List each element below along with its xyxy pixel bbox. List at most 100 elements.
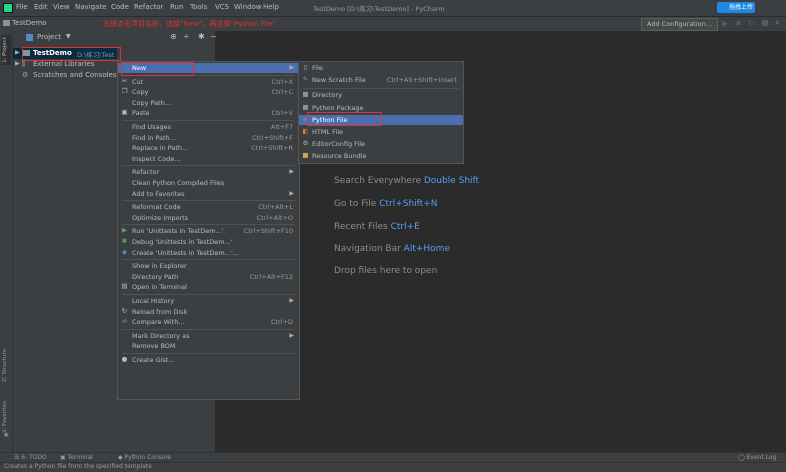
submenu-item-directory[interactable]: ■ Directory [299, 90, 463, 100]
library-icon: ⫼ [22, 60, 26, 68]
submenu-item-html-file[interactable]: ◧ HTML File [299, 127, 463, 137]
run-icon: ▶ [122, 226, 127, 235]
menu-window[interactable]: Window [234, 3, 262, 11]
menu-item-inspect-code[interactable]: Inspect Code... [118, 154, 299, 164]
menu-help[interactable]: Help [263, 3, 279, 11]
menu-item-reformat-code[interactable]: Reformat Code Ctrl+Alt+L [118, 202, 299, 212]
github-icon: ● [121, 355, 128, 363]
menu-item-refactor[interactable]: Refactor ▶ [118, 167, 299, 177]
menu-item-label: Directory Path [132, 272, 179, 281]
resource-bundle-icon: ■ [302, 151, 309, 160]
menu-item-compare-with[interactable]: ⇄ Compare With... Ctrl+D [118, 317, 299, 327]
menu-item-remove-bom[interactable]: Remove BOM [118, 341, 299, 351]
menu-item-label: Copy Path... [132, 98, 172, 107]
menu-item-replace-in-path[interactable]: Replace in Path... Ctrl+Shift+R [118, 143, 299, 153]
menu-item-local-history[interactable]: Local History ▶ [118, 296, 299, 306]
expand-arrow-icon[interactable]: ▶ [15, 60, 20, 67]
menu-item-label: Mark Directory as [132, 331, 190, 340]
submenu-item-editorconfig-file[interactable]: ⚙ EditorConfig File [299, 139, 463, 149]
submenu-item-label: EditorConfig File [312, 140, 366, 149]
stop-icon[interactable] [762, 20, 768, 26]
menu-item-clean-python-compiled-files[interactable]: Clean Python Compiled Files [118, 178, 299, 188]
run-config-label: Add Configuration... [647, 20, 712, 28]
menu-item-mark-directory-as[interactable]: Mark Directory as ▶ [118, 331, 299, 341]
todo-tab[interactable]: ☰ 6: TODO [14, 454, 47, 461]
chevron-right-icon: ▶ [289, 331, 294, 339]
menu-separator [122, 200, 295, 202]
menu-separator [122, 165, 295, 167]
menu-item-find-usages[interactable]: Find Usages Alt+F7 [118, 122, 299, 132]
menu-item-copy-path[interactable]: Copy Path... [118, 98, 299, 108]
menu-item-shortcut: Ctrl+Alt+O [256, 213, 293, 222]
expand-arrow-icon[interactable]: ▶ [15, 49, 20, 56]
search-icon[interactable]: ⌕ [775, 18, 779, 28]
terminal-tab[interactable]: ▣ Terminal [60, 454, 93, 461]
menu-item-optimize-imports[interactable]: Optimize Imports Ctrl+Alt+O [118, 213, 299, 223]
menu-separator [122, 294, 295, 295]
menu-item-shortcut: Ctrl+Shift+R [251, 144, 293, 153]
menu-item-add-to-favorites[interactable]: Add to Favorites ▶ [118, 189, 299, 199]
menu-separator [122, 224, 295, 226]
menu-item-shortcut: Ctrl+Shift+F10 [243, 227, 293, 236]
submenu-item-resource-bundle[interactable]: ■ Resource Bundle [299, 151, 463, 161]
menu-item-directory-path[interactable]: Directory Path Ctrl+Alt+F12 [118, 272, 299, 282]
python-console-tab[interactable]: ◆ Python Console [118, 454, 171, 461]
coverage-icon[interactable]: ↻ [748, 19, 755, 28]
menu-item-paste[interactable]: ▣ Paste Ctrl+V [118, 108, 299, 118]
menu-item-debug-unittests-in-testdem[interactable]: ✱ Debug 'Unittests in TestDem...' [118, 237, 299, 247]
terminal-icon: ▤ [121, 282, 128, 291]
breadcrumb[interactable]: TestDemo [12, 19, 47, 27]
menu-run[interactable]: Run [170, 3, 183, 11]
menu-file[interactable]: File [16, 3, 28, 11]
upload-button[interactable]: 拖拽上传 [717, 2, 755, 13]
menu-item-shortcut: Ctrl+Alt+L [258, 203, 293, 212]
pycharm-logo-icon [3, 3, 13, 13]
compare-icon: ⇄ [121, 317, 128, 326]
submenu-item-label: File [312, 64, 323, 72]
menu-refactor[interactable]: Refactor [134, 3, 163, 11]
menu-item-label: Show in Explorer [132, 262, 187, 271]
menu-tools[interactable]: Tools [190, 3, 207, 11]
scratches-icon: ⚙ [22, 71, 29, 79]
menu-item-open-in-terminal[interactable]: ▤ Open in Terminal [118, 282, 299, 292]
menu-item-label: Refactor [132, 168, 160, 177]
menu-item-copy[interactable]: ❐ Copy Ctrl+C [118, 87, 299, 97]
project-view-dropdown[interactable]: Project [37, 33, 61, 41]
menu-item-create-unittests-in-testdem[interactable]: ◆ Create 'Unittests in TestDem...'... [118, 248, 299, 258]
python-icon: ◆ [122, 247, 127, 256]
menu-view[interactable]: View [53, 3, 70, 11]
debug-icon[interactable]: ✱ [735, 19, 742, 28]
collapse-icon[interactable]: ÷ [183, 32, 190, 41]
chevron-down-icon[interactable]: ▼ [66, 33, 71, 40]
tree-row-scratches[interactable]: ⚙ Scratches and Consoles [13, 70, 117, 81]
menu-navigate[interactable]: Navigate [75, 3, 106, 11]
menu-item-show-in-explorer[interactable]: Show in Explorer [118, 261, 299, 271]
menu-separator [122, 353, 295, 354]
menu-item-label: Paste [132, 109, 150, 118]
event-log-tab[interactable]: ◯ Event Log [738, 454, 776, 461]
favorites-tool-tab[interactable]: 2: Favorites [2, 401, 8, 433]
menu-item-create-gist[interactable]: ● Create Gist... [118, 355, 299, 365]
menu-item-label: Add to Favorites [132, 189, 185, 198]
navigation-bar: TestDemo 右键点击项目名称，选择“New”，再选择“Python Fil… [0, 16, 786, 32]
menu-item-label: Run 'Unittests in TestDem...' [132, 227, 224, 236]
menu-item-find-in-path[interactable]: Find in Path... Ctrl+Shift+F [118, 133, 299, 143]
submenu-item-file[interactable]: ▯ File [299, 63, 463, 73]
submenu-item-new-scratch-file[interactable]: ✎ New Scratch File Ctrl+Alt+Shift+Insert [299, 75, 463, 85]
menu-item-cut[interactable]: ✂ Cut Ctrl+X [118, 77, 299, 87]
locate-icon[interactable]: ⊕ [170, 32, 177, 41]
structure-tool-tab[interactable]: Z: Structure [2, 349, 8, 382]
menu-vcs[interactable]: VCS [215, 3, 229, 11]
hint-navigation-bar: Navigation Bar Alt+Home [334, 244, 450, 254]
menu-item-run-unittests-in-testdem[interactable]: ▶ Run 'Unittests in TestDem...' Ctrl+Shift… [118, 226, 299, 236]
scratch-file-icon: ✎ [302, 75, 309, 84]
menu-code[interactable]: Code [111, 3, 129, 11]
menu-item-label: Find Usages [132, 123, 172, 131]
menu-item-reload-from-disk[interactable]: ↻ Reload from Disk [118, 307, 299, 317]
run-config-dropdown[interactable]: Add Configuration... [641, 18, 718, 31]
tree-row-external[interactable]: ▶ ⫼ External Libraries [13, 59, 117, 70]
menu-item-shortcut: Ctrl+D [270, 318, 293, 327]
menu-edit[interactable]: Edit [34, 3, 48, 11]
gear-icon[interactable]: ✱ [198, 32, 205, 41]
run-icon[interactable]: ▶ [722, 19, 728, 28]
